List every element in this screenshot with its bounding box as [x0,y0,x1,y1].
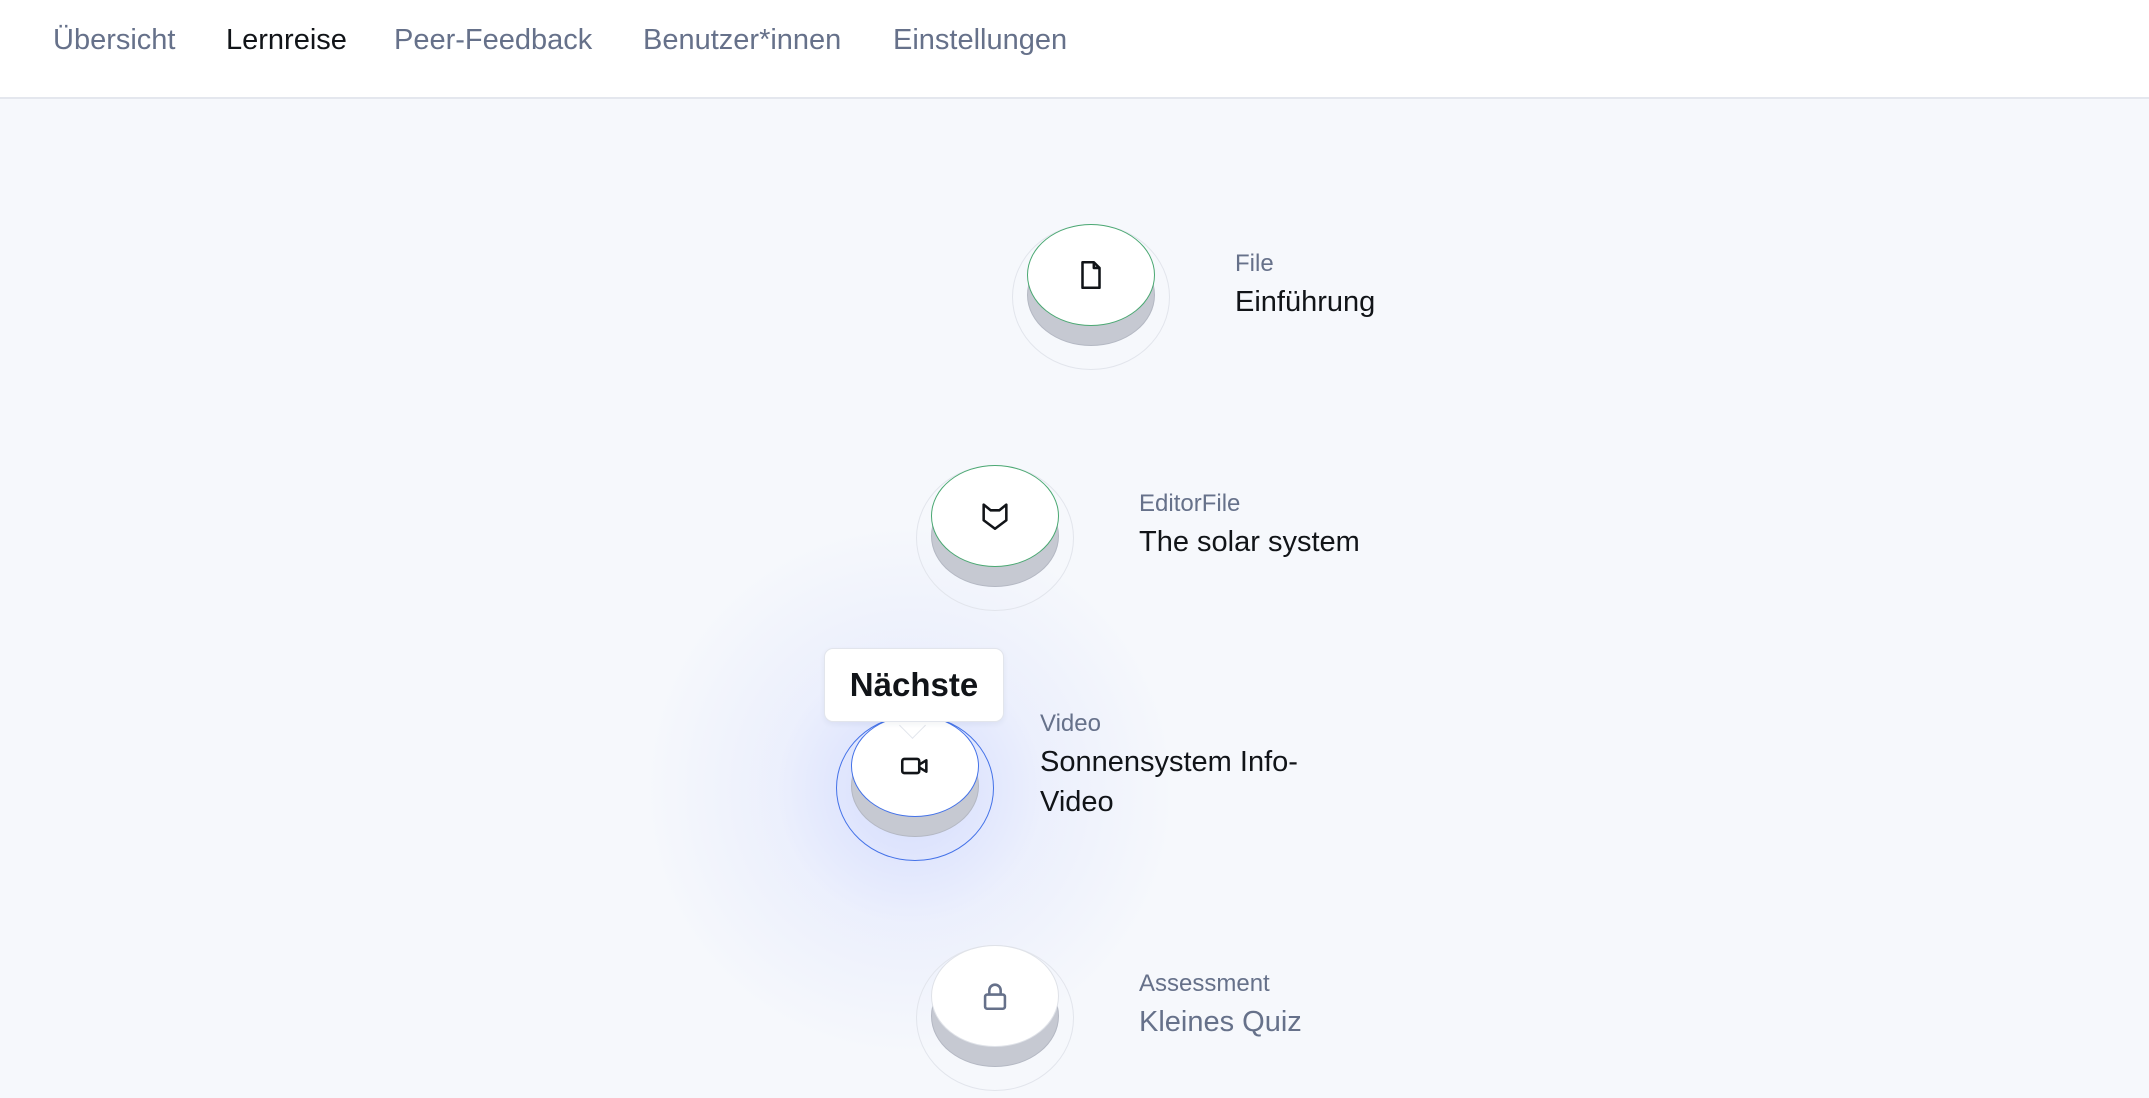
node-button[interactable] [931,945,1059,1047]
tab-lernreise[interactable]: Lernreise [226,24,347,57]
node-type-label: EditorFile [1139,490,1241,517]
tab-benutzer-innen[interactable]: Benutzer*innen [643,24,841,57]
journey-node-einfuehrung[interactable] [1012,224,1170,370]
tab-uebersicht[interactable]: Übersicht [53,24,176,57]
video-icon [900,757,928,775]
node-title[interactable]: Kleines Quiz [1139,1002,1302,1042]
node-button[interactable] [1027,224,1155,326]
journey-node-kleines-quiz[interactable] [916,945,1074,1091]
node-title[interactable]: Sonnensystem Info-Video [1040,742,1340,822]
node-type-label: File [1235,250,1274,277]
fox-icon [982,503,1008,531]
node-title[interactable]: Einführung [1235,282,1375,322]
node-type-label: Video [1040,710,1101,737]
lock-icon [983,983,1007,1011]
journey-node-solar-system[interactable] [916,465,1074,611]
node-type-label: Assessment [1139,970,1270,997]
tab-peer-feedback[interactable]: Peer-Feedback [394,24,592,57]
tab-einstellungen[interactable]: Einstellungen [893,24,1067,57]
file-icon [1081,260,1101,290]
top-navigation: Übersicht Lernreise Peer-Feedback Benutz… [0,0,2149,99]
node-title[interactable]: The solar system [1139,522,1360,562]
node-button[interactable] [931,465,1059,567]
next-step-tooltip: Nächste [824,648,1004,722]
journey-node-info-video[interactable] [836,715,994,861]
